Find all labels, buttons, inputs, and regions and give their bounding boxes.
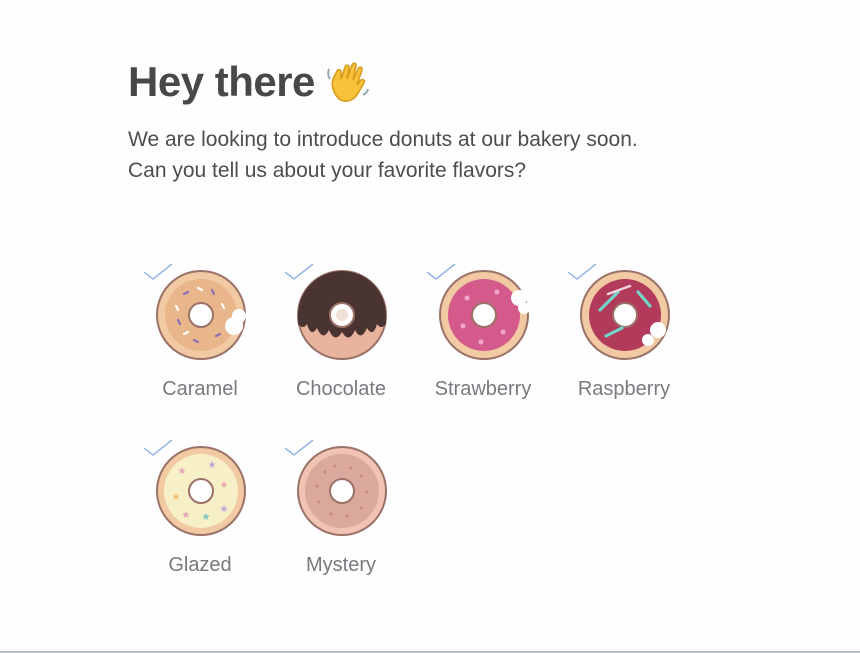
svg-text:★: ★ (178, 466, 187, 477)
option-label: Glazed (168, 554, 232, 576)
intro-line-1: We are looking to introduce donuts at ou… (128, 128, 638, 151)
option-label: Strawberry (434, 378, 532, 400)
option-label: Caramel (162, 378, 238, 400)
chocolate-donut-icon (297, 270, 387, 360)
strawberry-donut-icon (439, 270, 530, 360)
option-label: Raspberry (577, 378, 671, 400)
intro-text: We are looking to introduce donuts at ou… (128, 124, 748, 186)
intro-line-2: Can you tell us about your favorite flav… (128, 159, 527, 182)
option-raspberry[interactable]: Raspberry (552, 258, 692, 418)
option-label: Mystery (306, 554, 376, 576)
option-label: Chocolate (295, 378, 387, 400)
option-glazed[interactable]: ★ ★ ★ ★ ★ ★ ★ Glazed (128, 434, 268, 594)
option-chocolate[interactable]: Chocolate (269, 258, 409, 418)
svg-text:★: ★ (202, 512, 211, 523)
page-title: Hey there (128, 58, 371, 106)
glazed-donut-icon: ★ ★ ★ ★ ★ ★ ★ (156, 446, 246, 536)
svg-text:★: ★ (220, 480, 229, 491)
svg-text:★: ★ (220, 504, 229, 515)
svg-text:★: ★ (182, 510, 191, 521)
option-strawberry[interactable]: Strawberry (411, 258, 551, 418)
svg-text:★: ★ (208, 460, 217, 471)
title-text: Hey there (128, 58, 315, 105)
option-caramel[interactable]: Caramel (128, 258, 268, 418)
option-mystery[interactable]: Mystery (269, 434, 409, 594)
mystery-donut-icon (297, 446, 387, 536)
raspberry-donut-icon (580, 270, 670, 360)
caramel-donut-icon (156, 270, 246, 360)
waving-hand-icon (325, 59, 371, 105)
svg-text:★: ★ (172, 492, 181, 503)
survey-page: Hey there We are looking to introduce do… (0, 0, 860, 653)
